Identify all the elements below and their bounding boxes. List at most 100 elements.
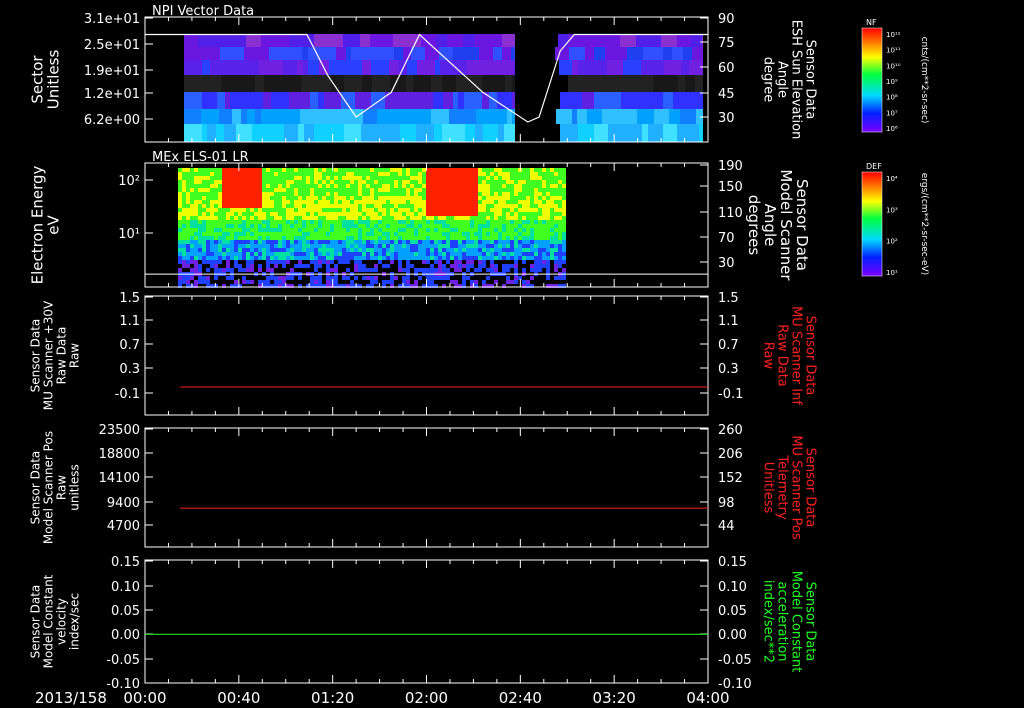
spec-cell: [269, 47, 283, 60]
spec-cell: [394, 256, 398, 260]
spec-cell: [456, 75, 470, 92]
spec-cell: [530, 180, 534, 184]
spec-cell: [494, 224, 498, 228]
spec-cell: [310, 212, 314, 216]
spec-cell: [242, 252, 246, 256]
spec-cell: [314, 232, 318, 236]
spec-cell: [270, 172, 274, 176]
spec-cell: [258, 168, 262, 172]
spec-cell: [702, 34, 703, 47]
spec-cell: [350, 220, 354, 224]
spec-cell: [210, 220, 214, 224]
spec-cell: [286, 172, 290, 176]
spec-cell: [314, 204, 318, 208]
spec-cell: [581, 75, 597, 92]
spec-cell: [302, 224, 306, 228]
spec-cell: [601, 34, 610, 47]
spec-cell: [378, 236, 382, 240]
spec-cell: [486, 252, 490, 256]
spec-cell: [486, 224, 490, 228]
spec-cell: [202, 204, 206, 208]
spec-cell: [422, 200, 426, 204]
spec-cell: [466, 248, 470, 252]
spec-cell: [538, 228, 542, 232]
spec-cell: [274, 252, 278, 256]
spec-cell: [246, 252, 250, 256]
spec-cell: [330, 256, 334, 260]
spec-cell: [538, 220, 542, 224]
spec-cell: [242, 276, 246, 280]
spec-cell: [462, 240, 466, 244]
spec-cell: [206, 212, 210, 216]
spec-cell: [436, 34, 447, 47]
spec-cell: [538, 212, 542, 216]
spec-cell: [494, 228, 498, 232]
spec-cell: [390, 188, 394, 192]
spec-cell: [458, 232, 462, 236]
spec-cell: [502, 196, 506, 200]
spec-cell: [254, 192, 258, 196]
spec-cell: [184, 47, 201, 60]
spec-cell: [474, 180, 478, 184]
spec-cell: [546, 188, 550, 192]
spec-cell: [270, 244, 274, 248]
spec-cell: [229, 75, 235, 92]
spec-cell: [386, 184, 390, 188]
spec-cell: [286, 75, 301, 92]
spec-cell: [434, 192, 438, 196]
spec-cell: [194, 188, 198, 192]
spec-cell: [510, 252, 514, 256]
spec-cell: [386, 192, 390, 196]
spec-cell: [354, 180, 358, 184]
spec-cell: [562, 252, 566, 256]
spec-cell: [338, 252, 342, 256]
spec-cell: [214, 208, 218, 212]
spec-cell: [230, 268, 234, 272]
spec-cell: [338, 188, 342, 192]
spec-cell: [290, 204, 294, 208]
spec-cell: [482, 280, 486, 284]
spec-cell: [186, 252, 190, 256]
spec-cell: [278, 184, 282, 188]
spec-cell: [486, 228, 490, 232]
spec-cell: [390, 232, 394, 236]
spec-cell: [390, 256, 394, 260]
spec-cell: [510, 172, 514, 176]
spec-cell: [354, 240, 358, 244]
spec-cell: [562, 184, 566, 188]
spec-cell: [330, 240, 334, 244]
spec-cell: [182, 236, 186, 240]
spec-cell: [474, 172, 478, 176]
spec-cell: [686, 124, 699, 142]
spec-cell: [454, 252, 458, 256]
spec-cell: [522, 224, 526, 228]
spec-cell: [184, 60, 202, 75]
spec-cell: [178, 188, 182, 192]
spec-cell: [474, 236, 478, 240]
spec-cell: [298, 184, 302, 188]
spec-cell: [522, 212, 526, 216]
spec-cell: [250, 256, 254, 260]
spec-cell: [250, 240, 254, 244]
spec-cell: [462, 232, 466, 236]
spec-cell: [290, 240, 294, 244]
spec-cell: [302, 232, 306, 236]
spec-cell: [206, 280, 210, 284]
spec-cell: [298, 236, 302, 240]
spec-cell: [238, 244, 242, 248]
spec-cell: [266, 224, 270, 228]
spec-cell: [406, 216, 410, 220]
spec-cell: [264, 75, 281, 92]
spec-cell: [458, 172, 462, 176]
spec-cell: [342, 200, 346, 204]
spec-cell: [242, 200, 246, 204]
spec-cell: [290, 216, 294, 220]
spec-cell: [302, 192, 306, 196]
spec-cell: [322, 192, 326, 196]
spec-cell: [538, 232, 542, 236]
spec-cell: [210, 244, 214, 248]
spec-cell: [258, 192, 262, 196]
spec-cell: [330, 192, 334, 196]
spec-cell: [258, 264, 262, 268]
spec-cell: [390, 224, 394, 228]
